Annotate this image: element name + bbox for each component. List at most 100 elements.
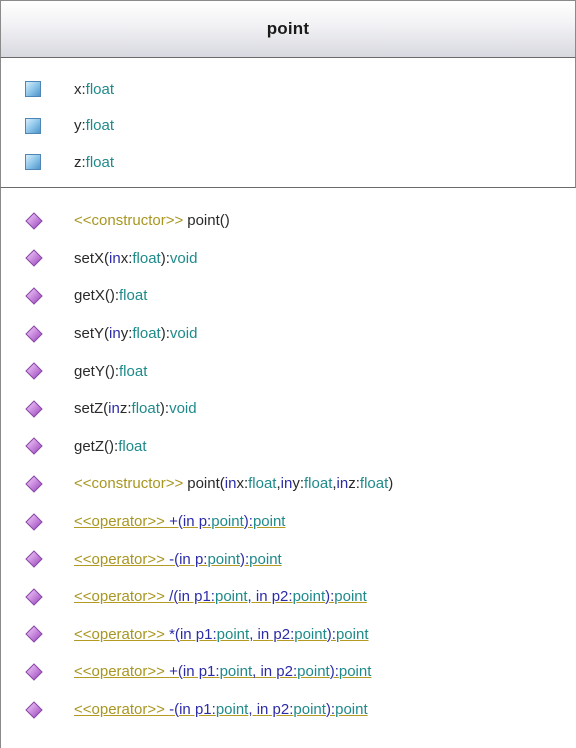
param-name: p2: — [269, 625, 295, 643]
operation-close: ): — [159, 400, 170, 418]
param-direction: in — [179, 550, 191, 568]
operation-name: +( — [169, 513, 183, 531]
param-direction: in — [256, 701, 269, 719]
operation-row[interactable]: getX(): float — [1, 277, 576, 315]
attribute-field-icon — [25, 154, 41, 171]
param-type: point — [207, 550, 240, 568]
operation-row[interactable]: <<constructor>> point(in x: float, in y: fl… — [1, 465, 576, 503]
operation-close: ): — [325, 588, 335, 606]
attribute-row-x[interactable]: x: float — [1, 71, 575, 108]
operator-signature: <<operator>> /(in p1:point, in p2:point)… — [74, 588, 367, 605]
param-type: point — [211, 513, 244, 531]
attribute-type: float — [85, 153, 115, 171]
param-type: float — [304, 475, 333, 493]
operation-row[interactable]: getY(): float — [1, 352, 576, 390]
operation-name: *( — [169, 625, 180, 643]
param-direction: in — [257, 625, 270, 643]
attributes-compartment: x: float y: float z: float — [0, 58, 576, 188]
attribute-row-z[interactable]: z: float — [1, 144, 575, 181]
operator-signature: <<operator>> *(in p1:point, in p2:point)… — [74, 626, 368, 643]
param-type: point — [294, 625, 327, 643]
operation-diamond-icon — [25, 700, 43, 719]
operation-close: ): — [329, 663, 339, 681]
operation-diamond-icon — [25, 324, 43, 343]
operation-stereotype: <<operator>> — [74, 588, 165, 606]
operation-name: setX( — [74, 249, 110, 267]
attribute-name: x — [74, 80, 82, 98]
operation-close: ) — [388, 475, 394, 493]
operation-row[interactable]: <<operator>> +(in p1:point, in p2:point)… — [1, 653, 576, 691]
return-type: float — [119, 287, 148, 305]
operation-name: point() — [187, 212, 230, 230]
param-type: float — [248, 475, 277, 493]
param-direction: in — [178, 588, 190, 606]
attribute-name: z — [74, 153, 82, 171]
param-name: x: — [120, 249, 133, 267]
operation-row[interactable]: getZ(): float — [1, 428, 576, 466]
return-type: point — [249, 550, 282, 568]
operations-compartment: <<constructor>> point() setX(in x: float):… — [0, 188, 576, 748]
param-direction: in — [280, 475, 293, 493]
attribute-field-icon — [25, 117, 41, 134]
return-type: point — [335, 701, 368, 719]
operation-close: ): — [160, 325, 170, 343]
operation-row[interactable]: setY(in y: float): void — [1, 315, 576, 353]
param-name: p: — [194, 513, 212, 531]
param-type: float — [131, 400, 160, 418]
operation-row[interactable]: <<operator>> +(in p:point):point — [1, 503, 576, 541]
operation-name: getX(): — [74, 287, 120, 305]
param-direction: in — [109, 249, 121, 267]
param-name: p1: — [190, 701, 216, 719]
operation-row[interactable]: <<operator>> *(in p1:point, in p2:point)… — [1, 616, 576, 654]
operation-diamond-icon — [25, 625, 43, 644]
operation-row[interactable]: <<operator>> -(in p1:point, in p2:point)… — [1, 691, 576, 729]
class-name: point — [266, 19, 310, 38]
operation-close: ): — [240, 550, 250, 568]
class-header[interactable]: point — [0, 0, 576, 58]
param-name: p1: — [194, 663, 220, 681]
param-type: float — [359, 475, 389, 493]
attribute-row-y[interactable]: y: float — [1, 108, 575, 145]
attribute-type: float — [85, 117, 115, 135]
param-type: point — [292, 588, 326, 606]
return-type: void — [169, 249, 198, 267]
param-name: p1: — [191, 625, 217, 643]
operation-row[interactable]: <<operator>> /(in p1:point, in p2:point)… — [1, 578, 576, 616]
operation-diamond-icon — [25, 249, 43, 268]
operation-name: getZ(): — [74, 437, 119, 455]
param-direction: in — [255, 588, 268, 606]
param-direction: in — [260, 663, 273, 681]
operation-row[interactable]: <<operator>> -(in p:point):point — [1, 540, 576, 578]
param-name: x: — [236, 475, 249, 493]
operation-diamond-icon — [25, 362, 43, 380]
return-type: float — [118, 437, 147, 455]
operation-close: ): — [326, 625, 336, 643]
operation-stereotype: <<operator>> — [74, 550, 165, 568]
operation-close: ): — [325, 701, 336, 719]
operation-name: +( — [169, 663, 183, 681]
operation-stereotype: <<constructor>> — [74, 475, 184, 493]
return-type: point — [334, 588, 367, 606]
param-direction: in — [109, 325, 121, 343]
param-name: p2: — [267, 588, 293, 606]
operation-name: -( — [169, 550, 180, 568]
param-name: y: — [292, 475, 305, 493]
param-type: point — [219, 663, 253, 681]
operator-signature: <<operator>> -(in p1:point, in p2:point)… — [74, 701, 368, 718]
operator-signature: <<operator>> +(in p:point):point — [74, 513, 285, 530]
param-direction: in — [182, 513, 195, 531]
return-type: void — [169, 325, 198, 343]
param-name: p2: — [268, 701, 294, 719]
operation-name: point( — [187, 475, 225, 493]
operation-row[interactable]: <<constructor>> point() — [1, 202, 576, 240]
operation-diamond-icon — [25, 588, 43, 606]
operation-row[interactable]: setZ(in z: float): void — [1, 390, 576, 428]
param-type: point — [214, 588, 248, 606]
uml-class-box[interactable]: point x: float y: float z: float <<construc… — [0, 0, 576, 748]
operation-stereotype: <<operator>> — [74, 663, 165, 681]
param-name: z: — [119, 400, 132, 418]
operation-name: setY( — [74, 325, 110, 343]
operation-row[interactable]: setX(in x: float): void — [1, 240, 576, 278]
operator-signature: <<operator>> -(in p:point):point — [74, 551, 282, 568]
param-type: point — [215, 701, 249, 719]
